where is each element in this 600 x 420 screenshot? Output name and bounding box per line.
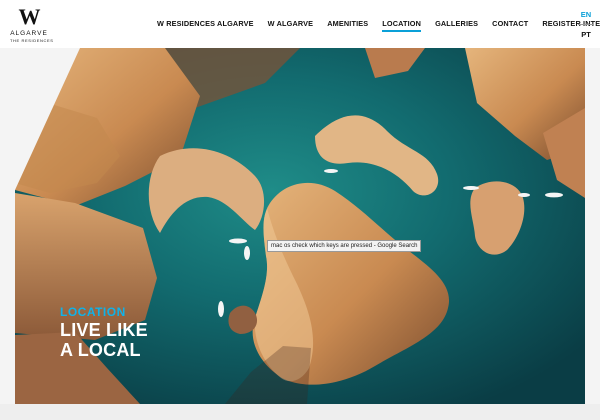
language-pt[interactable]: PT [575, 30, 597, 39]
nav-amenities[interactable]: AMENITIES [327, 19, 368, 28]
language-en[interactable]: EN [575, 10, 597, 19]
page: W ALGARVE THE RESIDENCES W RESIDENCES AL… [0, 0, 600, 420]
section-label: LOCATION [60, 305, 126, 319]
browser-tooltip: mac os check which keys are pressed - Go… [267, 240, 422, 252]
brand-logo[interactable]: W ALGARVE THE RESIDENCES [10, 4, 54, 44]
nav-w-algarve[interactable]: W ALGARVE [268, 19, 314, 28]
main-navigation: W RESIDENCES ALGARVE W ALGARVE AMENITIES… [157, 19, 600, 32]
nav-galleries[interactable]: GALLERIES [435, 19, 478, 28]
w-logo-mark: W [18, 4, 41, 29]
language-switcher: EN PT [575, 10, 597, 39]
language-divider [579, 24, 593, 25]
page-bottom-strip [0, 404, 600, 420]
site-header: W ALGARVE THE RESIDENCES W RESIDENCES AL… [0, 0, 600, 48]
hero-title: LIVE LIKE A LOCAL [60, 320, 148, 360]
nav-w-residences-algarve[interactable]: W RESIDENCES ALGARVE [157, 19, 254, 28]
brand-name: ALGARVE [10, 30, 48, 37]
nav-location[interactable]: LOCATION [382, 19, 421, 32]
nav-contact[interactable]: CONTACT [492, 19, 528, 28]
brand-subtitle: THE RESIDENCES [10, 38, 54, 43]
hero-caption: LOCATION LIVE LIKE A LOCAL [60, 305, 148, 360]
